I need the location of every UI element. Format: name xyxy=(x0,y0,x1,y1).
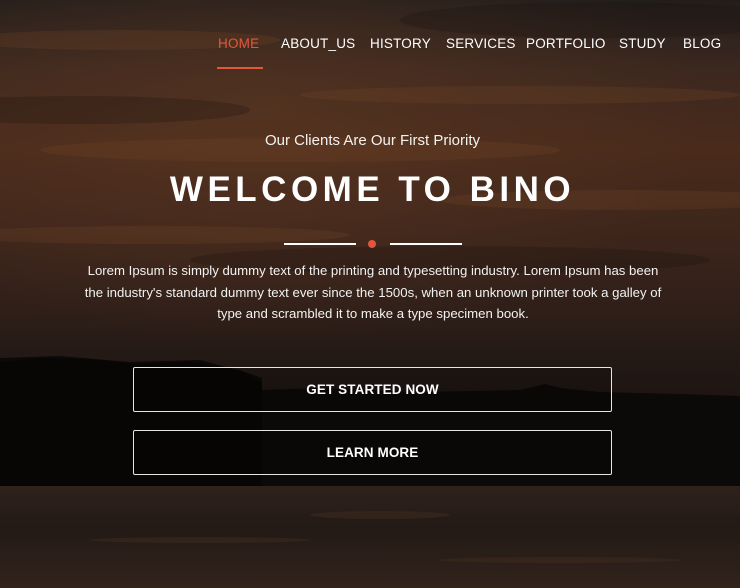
divider-line-left xyxy=(284,243,356,245)
hero-description: Lorem Ipsum is simply dummy text of the … xyxy=(84,263,662,321)
nav-item-home[interactable]: HOME xyxy=(218,36,259,51)
divider-dot xyxy=(368,240,376,248)
nav-item-about-us[interactable]: ABOUT_US xyxy=(281,36,355,51)
nav-item-study[interactable]: STUDY xyxy=(619,36,666,51)
main-navigation: HOME ABOUT_US HISTORY SERVICES PORTFOLIO… xyxy=(0,0,740,70)
divider-line-right xyxy=(390,243,462,245)
nav-item-portfolio[interactable]: PORTFOLIO xyxy=(526,36,606,51)
title-divider xyxy=(284,238,462,250)
nav-item-history[interactable]: HISTORY xyxy=(370,36,431,51)
learn-more-button[interactable]: LEARN MORE xyxy=(133,430,612,475)
nav-item-services[interactable]: SERVICES xyxy=(446,36,516,51)
hero-title: WELCOME TO BINO xyxy=(169,170,576,209)
nav-item-blog[interactable]: BLOG xyxy=(683,36,721,51)
hero-tagline: Our Clients Are Our First Priority xyxy=(264,132,481,149)
get-started-button[interactable]: GET STARTED NOW xyxy=(133,367,612,412)
active-nav-underline xyxy=(217,67,263,69)
